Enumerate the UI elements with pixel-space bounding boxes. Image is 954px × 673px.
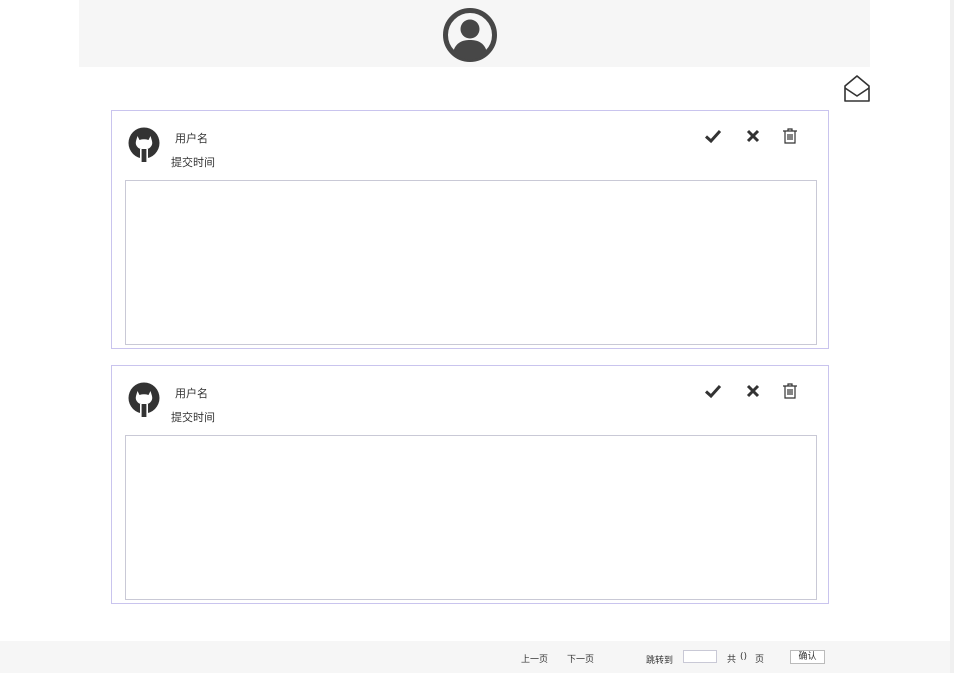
header-bar: [79, 0, 870, 67]
total-pages-suffix: 页: [755, 655, 765, 665]
confirm-jump-button[interactable]: 确认: [790, 650, 825, 664]
username: 用户名: [175, 387, 208, 400]
total-pages-prefix: 共: [727, 655, 737, 665]
jump-to-label: 跳转到: [646, 656, 674, 666]
check-icon[interactable]: [704, 382, 722, 400]
close-icon[interactable]: [744, 127, 762, 145]
comment-content[interactable]: [125, 435, 817, 600]
username: 用户名: [175, 132, 208, 145]
next-page-link[interactable]: 下一页: [567, 652, 594, 665]
github-icon: [128, 127, 160, 163]
page-scrollbar[interactable]: [950, 0, 954, 673]
trash-icon[interactable]: [781, 382, 799, 400]
github-icon: [128, 382, 160, 418]
comment-content[interactable]: [125, 180, 817, 345]
submit-time: 提交时间: [171, 156, 215, 169]
pagination-bar: 上一页 下一页 跳转到 共 () 页 确认: [0, 641, 950, 673]
prev-page-link[interactable]: 上一页: [521, 652, 548, 665]
comment-card: 用户名 提交时间: [111, 365, 829, 604]
check-icon[interactable]: [704, 127, 722, 145]
trash-icon[interactable]: [781, 127, 799, 145]
envelope-open-icon[interactable]: [843, 73, 871, 103]
user-circle-icon[interactable]: [443, 8, 497, 62]
page-number-input[interactable]: [683, 650, 717, 663]
total-pages-value: (): [740, 652, 748, 662]
close-icon[interactable]: [744, 382, 762, 400]
submit-time: 提交时间: [171, 411, 215, 424]
comment-card: 用户名 提交时间: [111, 110, 829, 349]
